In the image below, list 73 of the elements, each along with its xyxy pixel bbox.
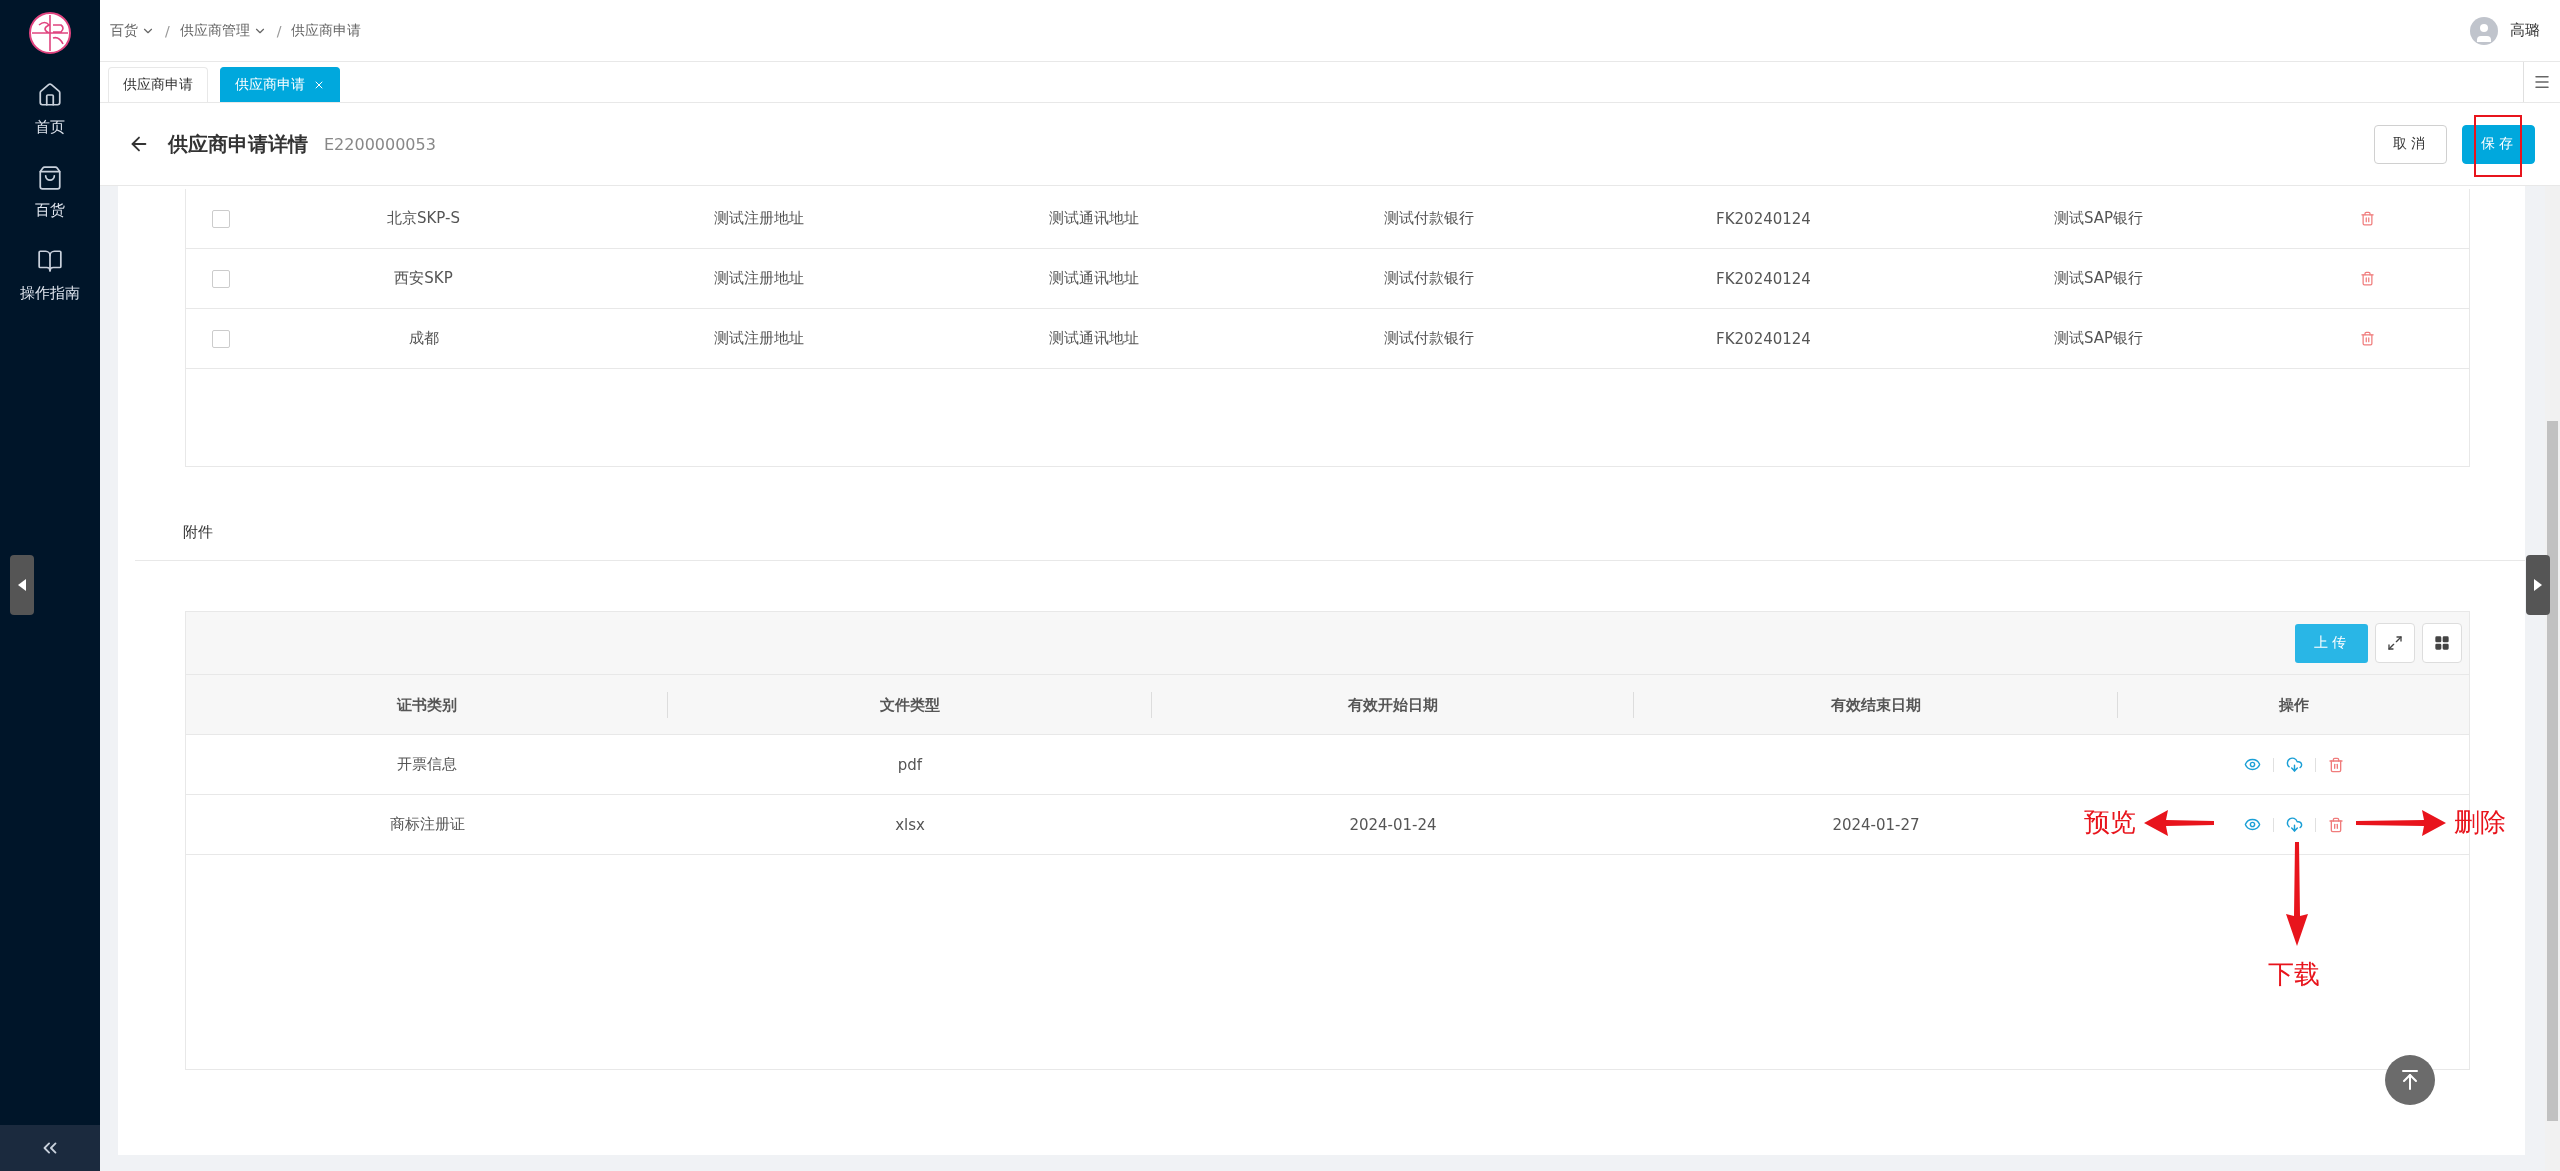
- eye-icon[interactable]: [2243, 816, 2261, 833]
- annotation-label: 预览: [2084, 806, 2136, 839]
- table-cell: 商标注册证: [389, 815, 465, 834]
- table-cell: 西安SKP: [394, 269, 453, 288]
- home-icon: [37, 82, 63, 108]
- logo: [29, 12, 71, 54]
- close-icon[interactable]: [313, 79, 325, 91]
- table-cell: 测试付款银行: [1383, 209, 1474, 228]
- column-header: 有效开始日期: [1152, 691, 1634, 718]
- table-cell: 测试SAP银行: [2053, 329, 2144, 348]
- bag-icon: [37, 165, 63, 191]
- breadcrumb-item[interactable]: 供应商管理: [179, 21, 267, 40]
- row-checkbox[interactable]: [212, 329, 230, 348]
- trash-icon[interactable]: [2360, 211, 2375, 226]
- table-cell: 测试SAP银行: [2053, 209, 2144, 228]
- table-cell: 测试SAP银行: [2053, 269, 2144, 288]
- avatar-icon[interactable]: [2470, 16, 2498, 45]
- table-cell: 2024-01-27: [1832, 815, 1920, 834]
- book-icon: [37, 248, 63, 274]
- table-cell: xlsx: [895, 815, 925, 834]
- table-cell: pdf: [897, 755, 923, 774]
- right-collapse-handle[interactable]: [2526, 555, 2550, 615]
- table-cell: FK20240124: [1716, 269, 1811, 288]
- eye-icon[interactable]: [2243, 756, 2261, 773]
- column-header: 操作: [2277, 694, 2310, 716]
- annotation-label: 下载: [2268, 958, 2320, 991]
- tab[interactable]: 供应商申请: [108, 67, 208, 102]
- page-title: 供应商申请详情: [168, 130, 308, 158]
- scrollbar[interactable]: [2545, 186, 2560, 1171]
- table-cell: 成都: [408, 329, 439, 348]
- cancel-button[interactable]: 取消: [2374, 124, 2447, 164]
- table-cell: 测试通讯地址: [1048, 269, 1139, 288]
- column-header: 文件类型: [668, 691, 1152, 718]
- breadcrumb-separator: /: [165, 22, 170, 39]
- fullscreen-button[interactable]: [2375, 623, 2415, 663]
- table-cell: 测试注册地址: [713, 329, 804, 348]
- column-header: 有效结束日期: [1634, 691, 2118, 718]
- table-cell: 测试注册地址: [713, 269, 804, 288]
- table-cell: 测试付款银行: [1383, 329, 1474, 348]
- breadcrumb-item[interactable]: 百货: [110, 21, 155, 40]
- annotation-label: 删除: [2454, 806, 2506, 839]
- grid-button[interactable]: [2422, 623, 2462, 663]
- table-cell: 2024-01-24: [1349, 815, 1437, 834]
- row-checkbox[interactable]: [212, 209, 230, 228]
- trash-icon[interactable]: [2327, 756, 2344, 773]
- table-cell: 北京SKP-S: [387, 209, 460, 228]
- trash-icon[interactable]: [2327, 816, 2344, 833]
- table-cell: 测试注册地址: [713, 209, 804, 228]
- sidebar-item-label[interactable]: 操作指南: [20, 284, 80, 303]
- grid-icon: [2434, 635, 2450, 651]
- cloud-download-icon[interactable]: [2285, 816, 2303, 833]
- breadcrumb-item[interactable]: 供应商申请: [291, 21, 362, 40]
- row-checkbox[interactable]: [212, 269, 230, 288]
- table-cell: 测试通讯地址: [1048, 209, 1139, 228]
- trash-icon[interactable]: [2360, 271, 2375, 286]
- annotation-arrow: [2144, 810, 2214, 836]
- cloud-download-icon[interactable]: [2285, 756, 2303, 773]
- expand-icon: [2387, 635, 2403, 651]
- table-cell: 测试付款银行: [1383, 269, 1474, 288]
- left-collapse-handle[interactable]: [10, 555, 34, 615]
- sidebar-item-label[interactable]: 百货: [35, 201, 65, 220]
- table-cell: FK20240124: [1716, 329, 1811, 348]
- table-cell: 测试通讯地址: [1048, 329, 1139, 348]
- table-cell: 开票信息: [397, 755, 457, 774]
- sidebar-item-label[interactable]: 首页: [35, 118, 65, 137]
- trash-icon[interactable]: [2360, 331, 2375, 346]
- breadcrumb-separator: /: [276, 22, 282, 39]
- section-title: 附件: [183, 523, 213, 541]
- user-name[interactable]: 高璐: [2510, 21, 2540, 40]
- column-header: 证书类别: [186, 691, 668, 718]
- menu-icon: [2533, 73, 2551, 91]
- application-code: E2200000053: [324, 134, 436, 154]
- table-cell: FK20240124: [1716, 209, 1811, 228]
